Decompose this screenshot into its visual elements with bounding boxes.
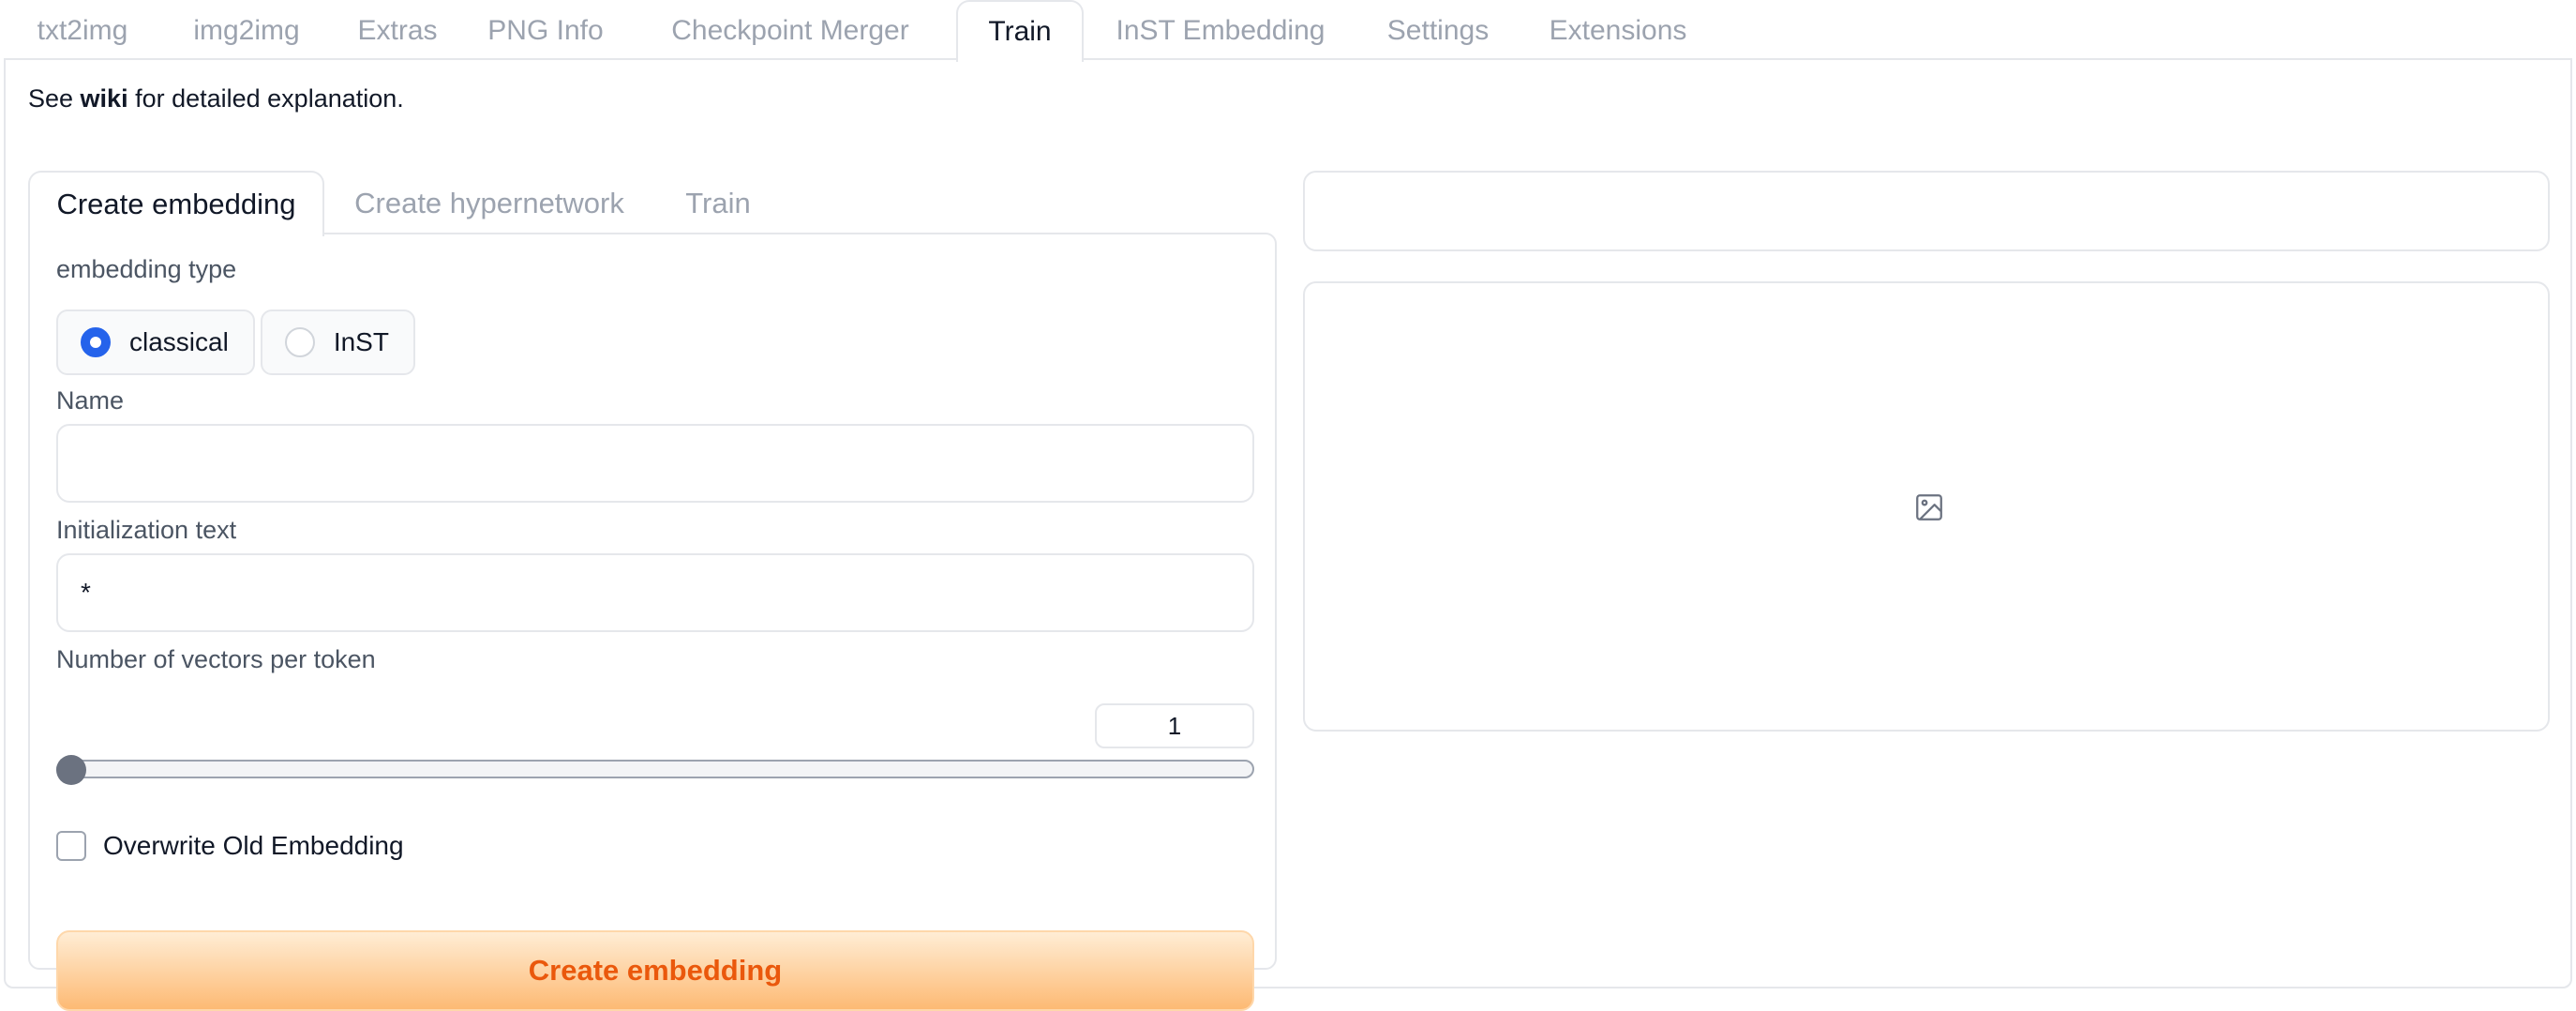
vectors-per-token-slider[interactable]	[56, 760, 1254, 778]
vectors-per-token-number[interactable]	[1095, 703, 1254, 748]
radio-classical-label: classical	[129, 327, 229, 356]
radio-checked-icon[interactable]	[81, 327, 111, 357]
tab-settings[interactable]: Settings	[1357, 0, 1519, 60]
intro-text: See wiki for detailed explanation.	[28, 84, 404, 113]
initialization-text-label: Initialization text	[56, 516, 237, 544]
overwrite-label: Overwrite Old Embedding	[103, 831, 404, 860]
create-embedding-form: embedding type classical InST Name Initi…	[28, 233, 1277, 1011]
wiki-link[interactable]: wiki	[81, 84, 128, 113]
initialization-text-input[interactable]	[56, 553, 1254, 632]
tab-inst-embedding[interactable]: InST Embedding	[1084, 0, 1357, 60]
radio-classical[interactable]: classical	[56, 309, 255, 375]
overwrite-checkbox-row[interactable]: Overwrite Old Embedding	[56, 831, 404, 861]
tab-img2img[interactable]: img2img	[165, 0, 328, 60]
top-tab-bar: txt2img img2img Extras PNG Info Checkpoi…	[0, 0, 2576, 62]
tab-extensions[interactable]: Extensions	[1519, 0, 1717, 60]
radio-inst[interactable]: InST	[260, 309, 415, 375]
tab-extras[interactable]: Extras	[328, 0, 467, 60]
subtab-create-hypernetwork[interactable]: Create hypernetwork	[324, 171, 654, 234]
image-placeholder-icon	[1916, 494, 1942, 521]
overwrite-checkbox[interactable]	[56, 831, 86, 861]
slider-thumb[interactable]	[56, 755, 86, 785]
tab-png-info[interactable]: PNG Info	[467, 0, 624, 60]
output-image-area	[1303, 281, 2550, 732]
create-embedding-button[interactable]: Create embedding	[56, 930, 1254, 1011]
tab-train[interactable]: Train	[956, 0, 1084, 62]
train-sub-tabs: Create embedding Create hypernetwork Tra…	[28, 171, 782, 236]
tab-txt2img[interactable]: txt2img	[0, 0, 165, 60]
embedding-type-radio-group: classical InST	[56, 309, 415, 375]
subtab-train[interactable]: Train	[654, 171, 782, 234]
embedding-type-label: embedding type	[56, 255, 237, 283]
tab-checkpoint-merger[interactable]: Checkpoint Merger	[624, 0, 956, 60]
intro-suffix: for detailed explanation.	[127, 84, 404, 113]
radio-inst-label: InST	[333, 327, 389, 356]
radio-unchecked-icon[interactable]	[284, 327, 315, 357]
name-input[interactable]	[56, 424, 1254, 503]
train-panel: See wiki for detailed explanation. Creat…	[4, 58, 2572, 1011]
name-label: Name	[56, 386, 125, 415]
vectors-per-token-label: Number of vectors per token	[56, 645, 376, 673]
output-text-box	[1303, 171, 2550, 251]
subtab-create-embedding[interactable]: Create embedding	[28, 171, 324, 236]
intro-prefix: See	[28, 84, 81, 113]
